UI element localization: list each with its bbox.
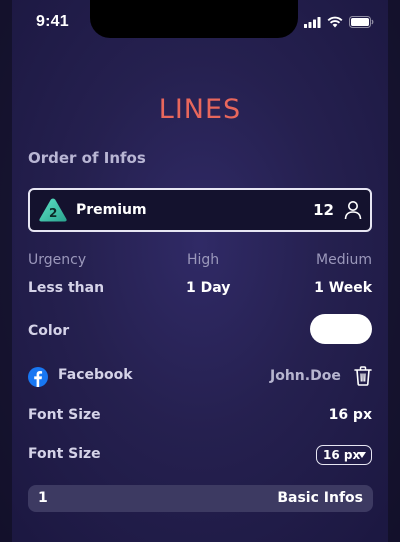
facebook-icon[interactable]: [28, 367, 48, 387]
chevron-down-icon: [358, 452, 366, 458]
font-size-label: Font Size: [28, 407, 101, 423]
facebook-username: John.Doe: [270, 368, 341, 384]
medium-value[interactable]: 1 Week: [314, 280, 372, 296]
signal-icon: [304, 16, 321, 28]
font-size-select-value: 16 px: [323, 448, 361, 462]
premium-label: Premium: [76, 202, 147, 218]
order-of-infos-label: Order of Infos: [28, 149, 146, 167]
high-label: High: [187, 252, 220, 268]
urgency-header-row: Urgency High Medium: [28, 252, 372, 274]
notch: [90, 0, 298, 38]
wifi-icon: [327, 16, 343, 28]
color-label: Color: [28, 323, 70, 339]
font-size-display-row: Font Size 16 px: [28, 407, 372, 429]
facebook-label: Facebook: [58, 367, 133, 383]
medium-label: Medium: [316, 252, 372, 268]
phone-screen: 9:41 LINES Order of Infos 2 Premium 12 U…: [0, 0, 400, 542]
status-bar: 9:41: [0, 0, 400, 44]
font-size-select[interactable]: 16 px: [316, 445, 372, 465]
high-value[interactable]: 1 Day: [186, 280, 230, 296]
font-size-value: 16 px: [328, 407, 372, 423]
basic-infos-number: 1: [38, 490, 48, 506]
color-row: Color: [28, 314, 372, 345]
trash-icon[interactable]: [354, 366, 372, 386]
social-row: Facebook John.Doe: [28, 366, 372, 389]
urgency-label: Urgency: [28, 252, 87, 268]
font-size-select-label: Font Size: [28, 446, 101, 462]
premium-item[interactable]: 2 Premium 12: [28, 188, 372, 232]
urgency-values-row: Less than 1 Day 1 Week: [28, 280, 372, 302]
user-icon: [344, 201, 362, 220]
status-time: 9:41: [36, 13, 69, 30]
battery-icon: [349, 16, 374, 28]
threshold-label: Less than: [28, 280, 105, 296]
basic-infos-label: Basic Infos: [277, 490, 363, 506]
page-title: LINES: [158, 94, 242, 125]
font-size-select-row: Font Size 16 px: [28, 445, 372, 468]
basic-infos-item[interactable]: 1 Basic Infos: [28, 485, 373, 512]
status-icons: [304, 16, 374, 28]
premium-badge-number: 2: [49, 206, 58, 220]
color-swatch[interactable]: [310, 314, 372, 344]
premium-count: 12: [313, 201, 334, 219]
